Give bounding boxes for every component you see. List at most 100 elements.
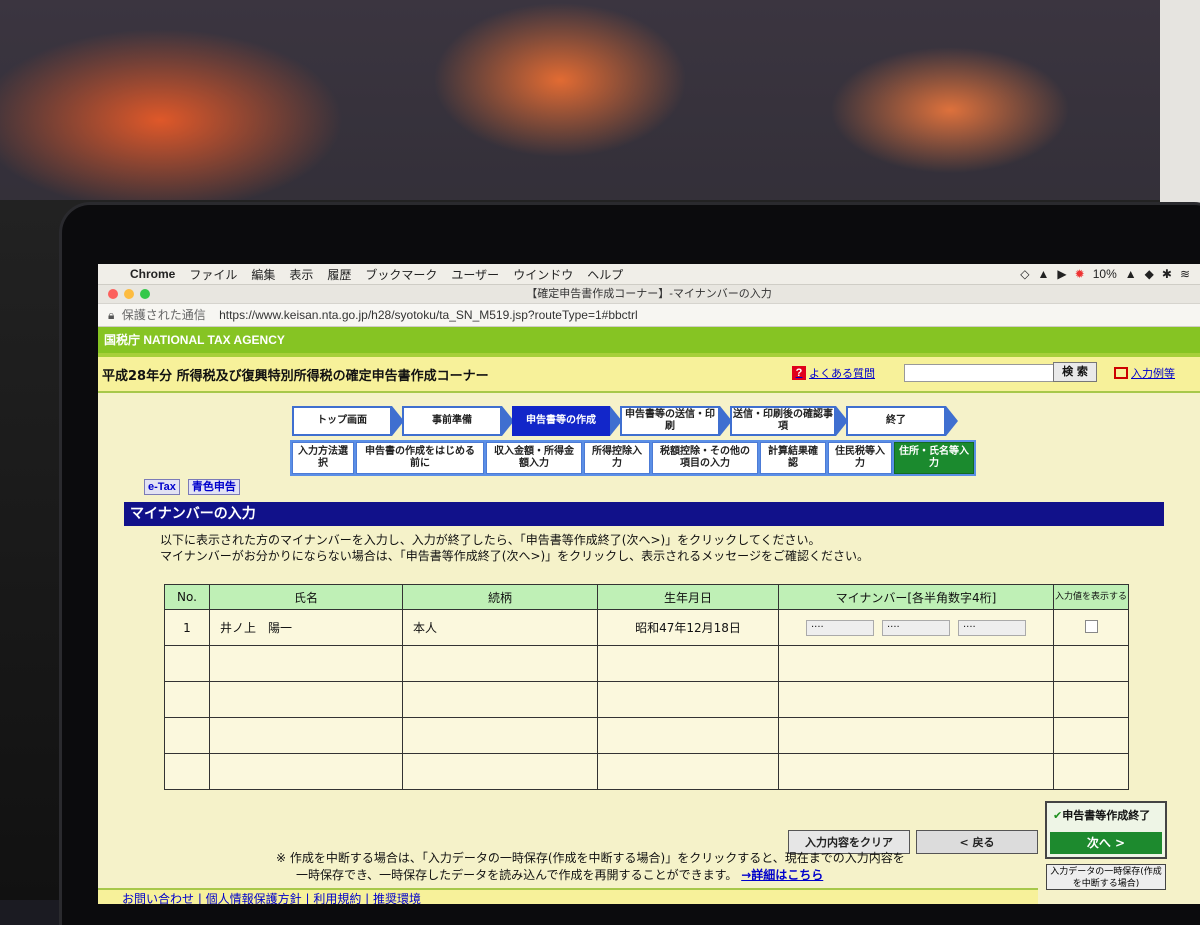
table-row [164,753,1129,790]
battery-percent: 10% [1092,267,1117,281]
details-link[interactable]: →詳細はこちら [741,868,823,882]
sub-steps: 入力方法選択 申告書の作成をはじめる前に 収入金額・所得金額入力 所得控除入力 税額控除… [290,440,976,476]
cell-no: 1 [164,609,210,646]
question-icon: ? [792,366,806,380]
empty-cell [164,645,210,682]
col-no: No. [164,584,210,610]
etax-tag: e-Tax [144,479,180,495]
instructions: 以下に表示された方のマイナンバーを入力し、入力が終了したら、「申告書等作成終了(… [160,532,869,564]
empty-cell [778,753,1054,790]
close-window-icon[interactable] [108,289,118,299]
next-button[interactable]: 次へ > [1050,832,1162,854]
cell-show-value [1053,609,1129,646]
step-2: 事前準備 [402,406,514,436]
empty-cell [778,717,1054,754]
col-mynumber: マイナンバー[各半角数字4桁] [778,584,1054,610]
empty-cell [209,645,403,682]
menu-edit[interactable]: 編集 [251,266,275,283]
menu-users[interactable]: ユーザー [451,266,499,283]
evernote-icon[interactable]: ◆ [1145,267,1154,281]
window-title: 【確定申告書作成コーナー】-マイナンバーの入力 [526,288,772,300]
suspend-note: ※ 作成を中断する場合は、「入力データの一時保存(作成を中断する場合)」をクリッ… [276,850,905,884]
mynumber-field-2[interactable]: ···· [882,620,950,636]
menu-bookmarks[interactable]: ブックマーク [365,266,437,283]
table-row: 1 井ノ上 陽一 本人 昭和47年12月18日 ···· ···· ···· [164,609,1129,646]
step-6: 終了 [846,406,958,436]
search-button[interactable]: 検 索 [1053,362,1097,382]
mynumber-field-1[interactable]: ···· [806,620,874,636]
examples-link[interactable]: 入力例等 [1114,365,1175,381]
url-text[interactable]: https://www.keisan.nta.go.jp/h28/syotoku… [219,308,638,322]
table-row [164,681,1129,718]
back-button[interactable]: < 戻る [916,830,1038,854]
status-icons: ◇ ▲ ▶ ✹ 10% ▲ ◆ ✱ ≋ [1020,267,1190,281]
sun-icon[interactable]: ✹ [1075,267,1085,281]
substep-1: 入力方法選択 [292,442,354,474]
footer-links[interactable]: お問い合わせ | 個人情報保護方針 | 利用規約 | 推奨環境 [98,888,1038,904]
cell-mynumber: ···· ···· ···· [778,609,1054,646]
finish-label-text: 申告書等作成終了 [1062,809,1151,822]
substep-5: 税額控除・その他の項目の入力 [652,442,758,474]
mac-menubar: Chrome ファイル 編集 表示 履歴 ブックマーク ユーザー ウインドウ ヘ… [98,264,1200,285]
empty-cell [1053,753,1129,790]
show-value-checkbox[interactable] [1084,619,1098,633]
mynumber-field-3[interactable]: ···· [958,620,1026,636]
wifi-icon[interactable]: ≋ [1180,267,1190,281]
empty-cell [1053,681,1129,718]
note-line-2: 一時保存でき、一時保存したデータを読み込んで作成を再開することができます。 [296,868,738,882]
play-icon[interactable]: ▶ [1057,267,1066,281]
monitor-edge [1160,0,1200,210]
cell-name: 井ノ上 陽一 [209,609,403,646]
finish-label: ✔申告書等作成終了 [1053,807,1165,823]
page-title: 平成28年分 所得税及び復興特別所得税の確定申告書作成コーナー [102,369,489,384]
step-5: 送信・印刷後の確認事項 [730,406,848,436]
col-relation: 続柄 [402,584,598,610]
empty-cell [164,681,210,718]
address-bar[interactable]: 🔒︎ 保護された通信 https://www.keisan.nta.go.jp/… [98,304,1200,327]
mynumber-table: No. 氏名 続柄 生年月日 マイナンバー[各半角数字4桁] 入力値を表示する … [164,584,1129,790]
agency-banner[interactable]: 国税庁 NATIONAL TAX AGENCY [98,327,1200,353]
empty-cell [402,681,598,718]
empty-cell [597,717,779,754]
maximize-window-icon[interactable] [140,289,150,299]
table-body: 1 井ノ上 陽一 本人 昭和47年12月18日 ···· ···· ···· [164,609,1129,790]
cell-relation: 本人 [402,609,598,646]
dropbox-icon[interactable]: ◇ [1020,267,1029,281]
empty-cell [778,645,1054,682]
site-header: 平成28年分 所得税及び復興特別所得税の確定申告書作成コーナー ? よくある質問 … [98,357,1200,393]
table-row [164,645,1129,682]
menu-file[interactable]: ファイル [189,266,237,283]
examples-link-label: 入力例等 [1131,367,1175,380]
section-heading: マイナンバーの入力 [124,502,1164,526]
empty-cell [597,753,779,790]
substep-3: 収入金額・所得金額入力 [486,442,582,474]
note-line-1: ※ 作成を中断する場合は、「入力データの一時保存(作成を中断する場合)」をクリッ… [276,851,905,865]
menu-view[interactable]: 表示 [289,266,313,283]
window-titlebar: 【確定申告書作成コーナー】-マイナンバーの入力 [98,285,1200,304]
blue-return-tag: 青色申告 [187,479,240,495]
menu-help[interactable]: ヘルプ [587,266,623,283]
temp-save-button[interactable]: 入力データの一時保存(作成を中断する場合) [1046,864,1166,890]
empty-cell [164,753,210,790]
step-4: 申告書等の送信・印刷 [620,406,732,436]
empty-cell [1053,717,1129,754]
triangle-icon[interactable]: ▲ [1125,267,1137,281]
secure-label: 保護された通信 [121,308,206,322]
bluetooth-icon[interactable]: ✱ [1162,267,1172,281]
traffic-lights [108,289,150,299]
menubar-app-name[interactable]: Chrome [130,267,175,281]
minimize-window-icon[interactable] [124,289,134,299]
browser-screen: Chrome ファイル 編集 表示 履歴 ブックマーク ユーザー ウインドウ ヘ… [98,264,1200,904]
empty-cell [402,645,598,682]
check-icon: ✔ [1053,809,1063,822]
step-1: トップ画面 [292,406,404,436]
instruction-line-2: マイナンバーがお分かりにならない場合は、「申告書等作成終了(次へ>)」をクリック… [160,549,869,563]
menu-window[interactable]: ウインドウ [513,266,573,283]
faq-link[interactable]: ? よくある質問 [792,365,875,381]
drive-icon[interactable]: ▲ [1038,267,1050,281]
search-input[interactable] [904,364,1054,382]
col-show-value: 入力値を表示する [1053,584,1129,610]
empty-cell [209,717,403,754]
empty-cell [778,681,1054,718]
menu-history[interactable]: 履歴 [327,266,351,283]
